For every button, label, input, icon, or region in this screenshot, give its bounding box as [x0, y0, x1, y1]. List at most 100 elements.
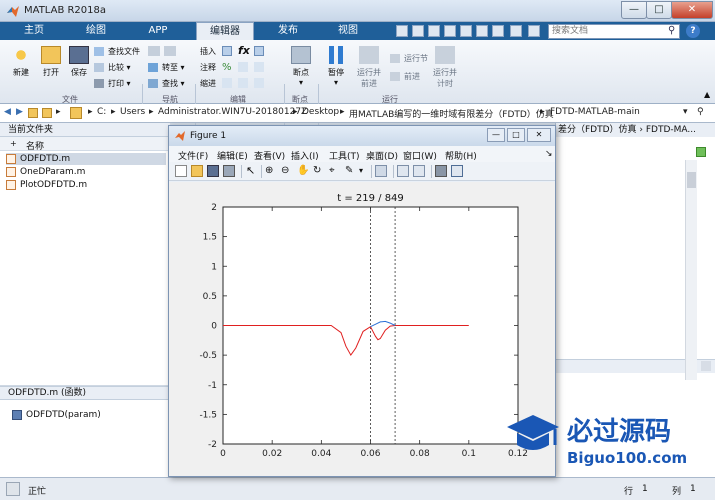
back-arrow-icon[interactable]: ◀	[4, 107, 11, 117]
help-icon[interactable]: ?	[686, 24, 700, 38]
hide-plot-tools-icon[interactable]	[435, 165, 447, 177]
cut-quick-icon[interactable]	[412, 25, 424, 37]
indent-button[interactable]: 缩进	[200, 77, 216, 90]
open-file-icon[interactable]	[191, 165, 203, 177]
figure-canvas[interactable]: t = 219 / 849 0 0.02 0.04 0.06 0.08 0.1 0.12 -2-…	[169, 182, 555, 476]
insert-function-icon[interactable]	[254, 46, 264, 56]
menu-edit[interactable]: 编辑(E)	[217, 149, 248, 162]
insert-section-icon[interactable]	[222, 46, 232, 56]
line-chart[interactable]: t = 219 / 8490 0.02 0.04 0.06 0.08 0.1 0.12-2-…	[169, 182, 555, 476]
goto-button[interactable]: 转至 ▾	[148, 61, 185, 74]
insert-button[interactable]: 插入	[200, 45, 216, 58]
maximize-button[interactable]: □	[646, 1, 672, 19]
tab-home[interactable]: 主页	[8, 22, 60, 40]
collapse-ribbon-icon[interactable]: ▲	[704, 90, 710, 99]
file-item[interactable]: PlotODFDTD.m	[6, 179, 166, 191]
forward-nav-icon[interactable]	[164, 46, 176, 56]
history-arrow-icon[interactable]: ▸	[56, 107, 61, 117]
zoom-out-icon[interactable]: ⊖	[281, 165, 293, 177]
minimize-button[interactable]: —	[621, 1, 647, 19]
save-button[interactable]: 保存	[64, 46, 94, 78]
figure-maximize-button[interactable]: □	[507, 128, 525, 142]
menu-window[interactable]: 窗口(W)	[403, 149, 437, 162]
redo-quick-icon[interactable]	[476, 25, 488, 37]
open-button[interactable]: 打开	[36, 46, 66, 78]
breadcrumb-folder[interactable]: FDTD-MATLAB-main	[550, 107, 640, 117]
tab-plots[interactable]: 绘图	[70, 22, 122, 40]
percent-comment-icon[interactable]: %	[222, 62, 232, 73]
fx-icon[interactable]: fx	[238, 44, 250, 57]
undo-quick-icon[interactable]	[460, 25, 472, 37]
breakpoints-button[interactable]: 断点 ▾	[288, 46, 314, 87]
uncomment-icon[interactable]	[238, 62, 248, 72]
help-quick-icon[interactable]	[510, 25, 522, 37]
figure-close-button[interactable]: ✕	[527, 128, 551, 142]
scrollbar-thumb[interactable]	[687, 172, 696, 188]
forward-arrow-icon[interactable]: ▶	[16, 107, 23, 117]
menu-file[interactable]: 文件(F)	[178, 149, 208, 162]
tab-apps[interactable]: APP	[132, 22, 184, 40]
up-folder-icon[interactable]	[28, 108, 38, 118]
copy-quick-icon[interactable]	[428, 25, 440, 37]
tab-view[interactable]: 视图	[322, 22, 374, 40]
menu-desktop[interactable]: 桌面(D)	[366, 149, 398, 162]
wrap-comments-icon[interactable]	[254, 62, 264, 72]
files-column-header[interactable]: 名称 +	[0, 137, 170, 152]
new-button[interactable]: 新建	[6, 46, 36, 78]
show-plot-tools-icon[interactable]	[451, 165, 463, 177]
advance-button[interactable]: 前进	[390, 70, 420, 83]
new-figure-icon[interactable]	[175, 165, 187, 177]
breadcrumb-project[interactable]: 用MATLAB编写的一维时域有限差分（FDTD）仿真	[349, 107, 554, 120]
run-and-time-button[interactable]: 运行并 计时	[428, 46, 462, 89]
file-item[interactable]: OneDParam.m	[6, 166, 166, 178]
figure-window[interactable]: Figure 1 — □ ✕ 文件(F) 编辑(E) 查看(V) 插入(I) 工…	[168, 125, 556, 477]
pan-hand-icon[interactable]: ✋	[297, 165, 309, 177]
print-button[interactable]: 打印 ▾	[94, 77, 131, 90]
run-and-advance-button[interactable]: 运行并 前进	[352, 46, 386, 89]
tab-editor[interactable]: 编辑器	[196, 22, 254, 40]
insert-colorbar-icon[interactable]	[397, 165, 409, 177]
breadcrumb-desktop[interactable]: Desktop	[302, 107, 339, 117]
file-item[interactable]: ODFDTD.m	[6, 153, 166, 165]
brush-icon[interactable]: ✎	[345, 165, 357, 177]
tab-publish[interactable]: 发布	[262, 22, 314, 40]
link-plot-icon[interactable]	[375, 165, 387, 177]
edit-plot-arrow-icon[interactable]: ↖	[246, 165, 258, 177]
rotate-3d-icon[interactable]: ↻	[313, 165, 325, 177]
details-function[interactable]: ODFDTD(param)	[26, 410, 101, 420]
path-search-icon[interactable]: ⚲	[697, 107, 704, 117]
pause-button[interactable]: 暂停 ▾	[322, 46, 350, 87]
compare-button[interactable]: 比较 ▾	[94, 61, 131, 74]
comment-button[interactable]: 注释	[200, 61, 216, 74]
save-quick-icon[interactable]	[396, 25, 408, 37]
menu-view[interactable]: 查看(V)	[254, 149, 285, 162]
breadcrumb-users[interactable]: Users	[120, 107, 145, 117]
run-section-button[interactable]: 运行节	[390, 52, 428, 65]
insert-legend-icon[interactable]	[413, 165, 425, 177]
search-icon[interactable]: ⚲	[668, 25, 675, 36]
paste-quick-icon[interactable]	[444, 25, 456, 37]
brush-dropdown-icon[interactable]: ▾	[359, 165, 371, 177]
menu-tools[interactable]: 工具(T)	[329, 149, 360, 162]
path-dropdown-icon[interactable]: ▾	[683, 107, 688, 117]
figure-minimize-button[interactable]: —	[487, 128, 505, 142]
dropdown-quick-icon[interactable]	[528, 25, 540, 37]
command-window-menu-icon[interactable]	[701, 361, 711, 371]
find-button[interactable]: 查找 ▾	[148, 77, 185, 90]
smart-indent-icon[interactable]	[222, 78, 232, 88]
decrease-indent-icon[interactable]	[254, 78, 264, 88]
close-button[interactable]: ✕	[671, 1, 713, 19]
status-toggle-icon[interactable]	[6, 482, 20, 496]
breadcrumb-user[interactable]: Administrator.WIN7U-20180127Z	[158, 107, 307, 117]
data-cursor-icon[interactable]: ⌖	[329, 165, 341, 177]
print-figure-icon[interactable]	[223, 165, 235, 177]
find-files-button[interactable]: 查找文件	[94, 45, 140, 58]
breadcrumb-drive[interactable]: C:	[97, 107, 106, 117]
search-input[interactable]: 搜索文档	[548, 24, 680, 39]
increase-indent-icon[interactable]	[238, 78, 248, 88]
menu-help[interactable]: 帮助(H)	[445, 149, 477, 162]
menu-insert[interactable]: 插入(I)	[291, 149, 319, 162]
save-figure-icon[interactable]	[207, 165, 219, 177]
zoom-in-icon[interactable]: ⊕	[265, 165, 277, 177]
menubar-dock-icon[interactable]: ↘	[545, 149, 553, 159]
